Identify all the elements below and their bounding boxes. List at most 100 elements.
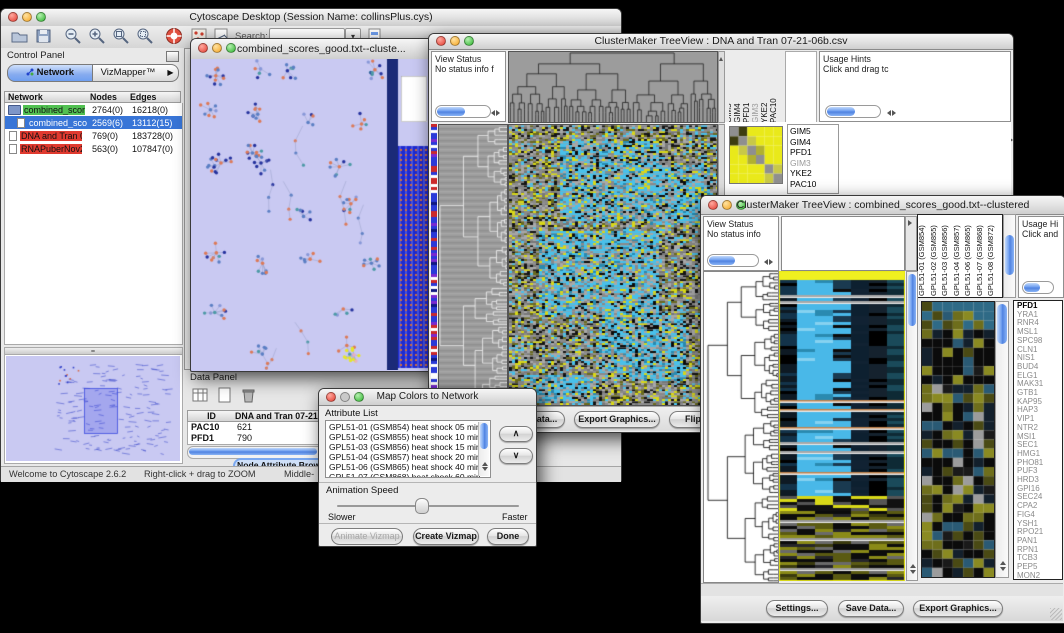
network-nodes: 769(0)	[92, 131, 118, 141]
network-overview-canvas[interactable]	[6, 356, 180, 461]
zoom-out-icon[interactable]	[63, 26, 83, 46]
network-name: DNA and Tran 07	[20, 131, 82, 141]
status-welcome: Welcome to Cytoscape 2.6.2	[9, 469, 126, 479]
column-label: GPL51-02 (GSM855)	[929, 225, 938, 296]
attribute-list-item[interactable]: GPL51-06 (GSM865) heat shock 40 min	[329, 462, 490, 472]
column-label: GPL51-01 (GSM854)	[917, 225, 926, 296]
attribute-list-item[interactable]: GPL51-07 (GSM868) heat shock 60 min	[329, 472, 490, 478]
zoom-column-labels: GPL51-01 (GSM854)GPL51-02 (GSM855)GPL51-…	[917, 214, 1003, 298]
cytoscape-titlebar[interactable]: Cytoscape Desktop (Session Name: collins…	[1, 9, 621, 27]
row-value: 790	[237, 433, 252, 444]
network-tree-row[interactable]: combined_sco2569(6)13112(15)	[5, 116, 182, 129]
gene-label[interactable]: GIM5	[790, 126, 836, 137]
row-dendrogram[interactable]	[438, 124, 508, 406]
gene-label[interactable]: PFD1	[790, 147, 836, 158]
view-status-scrollbar[interactable]	[707, 254, 759, 267]
network-col-header[interactable]: Network	[4, 91, 88, 103]
treeview-combined-titlebar[interactable]: ClusterMaker TreeView : combined_scores_…	[701, 196, 1064, 215]
minimize-button[interactable]	[212, 43, 222, 53]
export-graphics-button[interactable]: Export Graphics...	[913, 600, 1003, 617]
gene-label[interactable]: MON2	[1017, 572, 1062, 580]
gene-label[interactable]: YKE2	[790, 168, 836, 179]
control-panel-title: Control Panel	[4, 49, 65, 61]
usage-hints-panel: Usage Hi Click and	[1018, 216, 1064, 298]
column-label: GPL51-03 (GSM856)	[940, 225, 949, 296]
dendro-scroll-sliver[interactable]	[905, 216, 917, 271]
zoom-in-icon[interactable]	[87, 26, 107, 46]
dendro-scroll-sliver[interactable]	[718, 51, 725, 123]
zoom-heatmap[interactable]	[921, 301, 995, 578]
column-label: PAC10	[769, 98, 778, 123]
zoom-vscrollbar[interactable]	[995, 301, 1009, 578]
zoom-selected-icon[interactable]	[135, 26, 155, 46]
row-id: PFD1	[188, 433, 237, 444]
desktop: Cytoscape Desktop (Session Name: collins…	[0, 0, 1064, 633]
attribute-list-item[interactable]: GPL51-02 (GSM855) heat shock 10 min	[329, 432, 490, 442]
export-graphics-button[interactable]: Export Graphics...	[574, 411, 660, 428]
help-lifebuoy-icon[interactable]	[164, 26, 184, 46]
id-col-header[interactable]: ID	[187, 410, 233, 422]
usage-hints-scrollbar[interactable]	[825, 105, 881, 118]
map-colors-dialog: Map Colors to Network Attribute List GPL…	[318, 388, 537, 547]
window-title: combined_scores_good.txt--cluste...	[237, 43, 406, 55]
gene-label-list: GIM5GIM4PFD1GIM3YKE2PAC10	[787, 124, 839, 194]
zoom-fit-icon[interactable]	[111, 26, 131, 46]
file-icon	[17, 118, 25, 128]
save-data-button[interactable]: Save Data...	[838, 600, 904, 617]
tab-vizmapper[interactable]: VizMapper™	[93, 64, 164, 82]
tab-network[interactable]: Network	[7, 64, 93, 82]
done-button[interactable]: Done	[487, 528, 529, 545]
usage-hints-scrollbar[interactable]	[1022, 281, 1054, 294]
network-edges: 13112(15)	[132, 118, 172, 128]
network-tree-row[interactable]: combined_scores2764(0)16218(0)	[5, 103, 182, 116]
window-title: ClusterMaker TreeView : DNA and Tran 07-…	[429, 35, 1013, 47]
close-button[interactable]	[198, 43, 208, 53]
attribute-list-item[interactable]: GPL51-01 (GSM854) heat shock 05 min	[329, 422, 490, 432]
dialog-titlebar[interactable]: Map Colors to Network	[319, 389, 536, 406]
attribute-list-item[interactable]: GPL51-03 (GSM856) heat shock 15 min	[329, 442, 490, 452]
column-dendrogram-area[interactable]	[781, 216, 905, 271]
zoom-heatmap[interactable]	[729, 126, 783, 184]
row-dendrogram[interactable]	[703, 271, 779, 583]
move-up-button[interactable]: ∧	[499, 426, 533, 442]
treeview-dna-titlebar[interactable]: ClusterMaker TreeView : DNA and Tran 07-…	[429, 34, 1013, 50]
animate-vizmap-button: Animate Vizmap	[331, 528, 403, 545]
global-heatmap[interactable]	[779, 271, 905, 581]
settings-button[interactable]: Settings...	[766, 600, 828, 617]
resize-grip[interactable]	[1050, 608, 1062, 620]
network-tree-row[interactable]: DNA and Tran 07769(0)183728(0)	[5, 129, 182, 142]
gene-label-list: PFD1YRA1RNR4MSL1SPC98CLN1NIS1BUD4ELG1MAK…	[1013, 300, 1063, 580]
create-vizmap-button[interactable]: Create Vizmap	[413, 528, 479, 545]
zoom-button[interactable]	[226, 43, 236, 53]
network-overview[interactable]	[4, 354, 183, 464]
edges-col-header[interactable]: Edges	[127, 91, 181, 103]
heatmap-vscrollbar[interactable]	[906, 271, 918, 581]
save-session-icon[interactable]	[33, 26, 53, 46]
column-dendrogram[interactable]	[508, 51, 718, 123]
move-down-button[interactable]: ∨	[499, 448, 533, 464]
column-labels-vscrollbar[interactable]	[1003, 214, 1016, 298]
gene-label[interactable]: PAC10	[790, 179, 836, 190]
network-tree-row[interactable]: RNAPuberNov2+I563(0)107847(0)	[5, 142, 182, 155]
slider-min-label: Slower	[328, 512, 356, 522]
network-name: combined_sco	[28, 118, 88, 128]
float-panel-icon[interactable]	[166, 51, 179, 62]
network-edges: 16218(0)	[132, 105, 168, 115]
global-heatmap[interactable]	[508, 124, 718, 406]
nodes-col-header[interactable]: Nodes	[87, 91, 128, 103]
view-status-scrollbar[interactable]	[435, 105, 491, 118]
attribute-list-vscrollbar[interactable]	[478, 422, 489, 476]
file-icon	[9, 131, 17, 141]
attribute-select-icon[interactable]	[191, 386, 209, 409]
attribute-list-item[interactable]: GPL51-04 (GSM857) heat shock 20 min	[329, 452, 490, 462]
tab-overflow-arrow[interactable]: ▶	[163, 64, 179, 82]
delete-attribute-icon[interactable]	[239, 386, 257, 409]
gene-label[interactable]: GIM4	[790, 137, 836, 148]
open-session-icon[interactable]	[9, 26, 29, 46]
animation-slider-thumb[interactable]	[415, 498, 429, 514]
attribute-list[interactable]: GPL51-01 (GSM854) heat shock 05 minGPL51…	[325, 420, 491, 478]
new-attribute-icon[interactable]	[215, 386, 233, 409]
dialog-title: Map Colors to Network	[319, 391, 536, 402]
treeview-combined-buttonbar: Settings... Save Data... Export Graphics…	[701, 596, 1063, 621]
gene-label[interactable]: GIM3	[790, 158, 836, 169]
